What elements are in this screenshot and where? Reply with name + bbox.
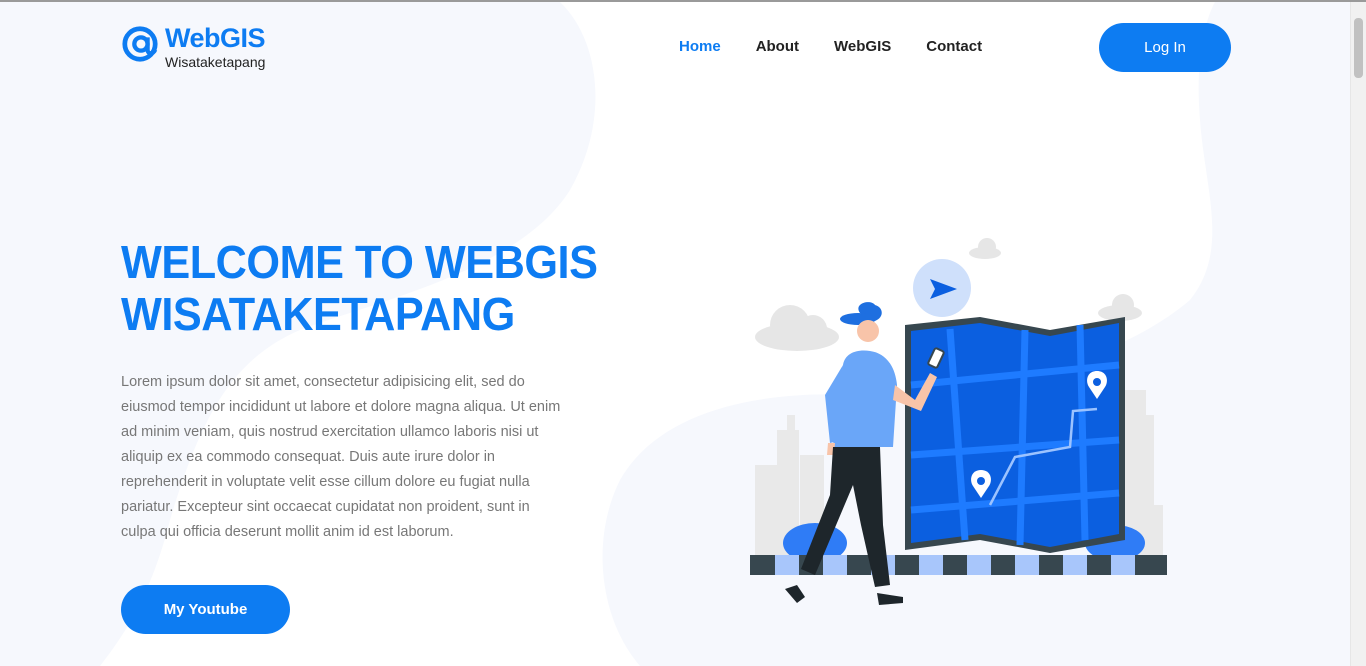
- brand-name: WebGIS: [165, 23, 266, 53]
- nav-about[interactable]: About: [756, 38, 799, 55]
- hero-title-line2: WISATAKETAPANG: [121, 288, 515, 340]
- nav-webgis[interactable]: WebGIS: [834, 38, 891, 55]
- hero-title: WELCOME TO WEBGIS WISATAKETAPANG: [121, 236, 610, 340]
- scrollbar-thumb[interactable]: [1354, 18, 1363, 78]
- hero-paragraph: Lorem ipsum dolor sit amet, consectetur …: [121, 374, 561, 540]
- map-traveler-illustration: [750, 238, 1167, 605]
- main-nav: Home About WebGIS Contact: [679, 38, 1017, 55]
- youtube-button[interactable]: My Youtube: [121, 585, 290, 634]
- nav-home[interactable]: Home: [679, 38, 721, 55]
- at-sign-icon: [122, 26, 158, 62]
- brand-subtitle: Wisataketapang: [165, 54, 266, 70]
- page-scrollbar[interactable]: [1350, 2, 1366, 666]
- brand-logo[interactable]: WebGIS Wisataketapang: [121, 23, 266, 70]
- hero-title-line1: WELCOME TO WEBGIS: [121, 236, 598, 288]
- login-button[interactable]: Log In: [1099, 23, 1231, 72]
- nav-contact[interactable]: Contact: [926, 38, 982, 55]
